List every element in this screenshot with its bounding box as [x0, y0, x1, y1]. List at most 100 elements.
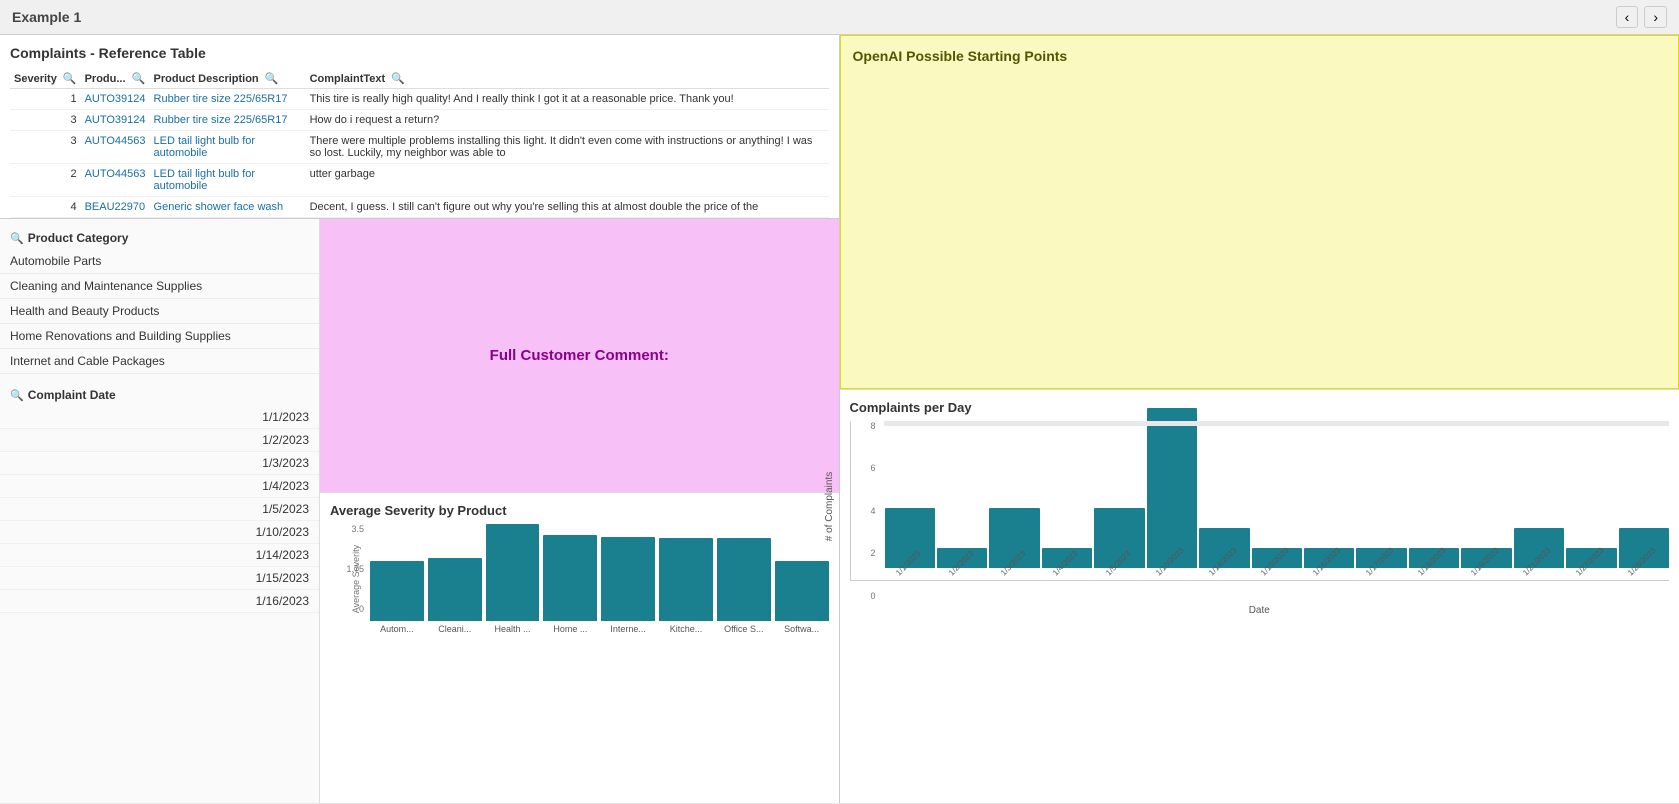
date-filter-item[interactable]: 1/3/2023 — [0, 452, 319, 475]
complaint-text-cell: There were multiple problems installing … — [306, 131, 829, 164]
avg-severity-bar — [775, 561, 829, 621]
complaint-text-cell: This tire is really high quality! And I … — [306, 89, 829, 110]
cpd-y-label: 4 — [870, 506, 875, 516]
cpd-y-label: 0 — [870, 591, 875, 601]
top-bar: Example 1 ‹ › — [0, 0, 1679, 35]
avg-severity-bar-group: Autom... — [370, 561, 424, 634]
category-filter-item[interactable]: Cleaning and Maintenance Supplies — [0, 274, 319, 299]
prev-button[interactable]: ‹ — [1616, 6, 1639, 28]
avg-severity-bar-group: Home ... — [543, 535, 597, 634]
severity-cell: 1 — [10, 89, 81, 110]
avg-severity-y-axis-title: Average Severity — [351, 545, 361, 613]
complaint-search-icon[interactable]: 🔍 — [391, 73, 405, 85]
avg-severity-bar — [543, 535, 597, 621]
avg-severity-bar-label: Cleani... — [438, 624, 471, 634]
cpd-x-axis-title: Date — [850, 605, 1670, 616]
avg-severity-bar — [601, 537, 655, 621]
cpd-y-label: 2 — [870, 548, 875, 558]
right-of-filter: Full Customer Comment: Average Severity … — [320, 219, 839, 803]
productid-search-icon[interactable]: 🔍 — [132, 73, 146, 85]
date-filter-icon: 🔍 — [10, 389, 24, 402]
cpd-y-axis-title: # of Complaints — [824, 471, 835, 540]
complaint-text-cell: Decent, I guess. I still can't figure ou… — [306, 197, 829, 218]
avg-severity-section: Average Severity by Product 3.5 1.75 0 A… — [320, 492, 839, 803]
category-filter-item[interactable]: Internet and Cable Packages — [0, 349, 319, 374]
col-complaint-text: ComplaintText 🔍 — [306, 69, 829, 89]
category-filter-list: Automobile PartsCleaning and Maintenance… — [0, 249, 319, 374]
avg-severity-bar-label: Office S... — [724, 624, 763, 634]
avg-severity-bar-label: Health ... — [495, 624, 531, 634]
openai-section: OpenAI Possible Starting Points — [840, 35, 1679, 389]
avg-severity-bar-group: Office S... — [717, 538, 771, 634]
product-id-cell: AUTO39124 — [81, 110, 150, 131]
date-filter-item[interactable]: 1/10/2023 — [0, 521, 319, 544]
avg-severity-bar — [717, 538, 771, 621]
main-layout: Complaints - Reference Table Severity 🔍 … — [0, 35, 1679, 803]
date-filter-item[interactable]: 1/16/2023 — [0, 590, 319, 613]
date-filter-item[interactable]: 1/1/2023 — [0, 406, 319, 429]
date-filter-list: 1/1/20231/2/20231/3/20231/4/20231/5/2023… — [0, 406, 319, 613]
category-filter-item[interactable]: Health and Beauty Products — [0, 299, 319, 324]
avg-severity-y-labels: 3.5 1.75 0 — [330, 524, 368, 614]
severity-cell: 3 — [10, 110, 81, 131]
avg-severity-bar-label: Kitche... — [670, 624, 703, 634]
col-product-desc: Product Description 🔍 — [150, 69, 306, 89]
product-category-title: 🔍 Product Category — [0, 227, 319, 249]
col-product-id: Produ... 🔍 — [81, 69, 150, 89]
avg-severity-bar-group: Kitche... — [659, 538, 713, 634]
avg-severity-bar-group: Cleani... — [428, 558, 482, 634]
date-filter-item[interactable]: 1/14/2023 — [0, 544, 319, 567]
next-button[interactable]: › — [1644, 6, 1667, 28]
nav-buttons: ‹ › — [1616, 6, 1667, 28]
avg-severity-bar-label: Home ... — [553, 624, 587, 634]
left-panel: Complaints - Reference Table Severity 🔍 … — [0, 35, 840, 803]
category-filter-item[interactable]: Home Renovations and Building Supplies — [0, 324, 319, 349]
avg-severity-bar — [659, 538, 713, 621]
cpd-y-label: 8 — [870, 421, 875, 431]
table-row[interactable]: 3 AUTO44563 LED tail light bulb for auto… — [10, 131, 829, 164]
severity-cell: 3 — [10, 131, 81, 164]
product-desc-cell: Rubber tire size 225/65R17 — [150, 110, 306, 131]
full-comment-label: Full Customer Comment: — [490, 347, 669, 364]
cpd-chart-container: 86420 1/1/2023 1/2/2023 1/3/2023 1/4/202… — [850, 421, 1670, 621]
filter-panel: 🔍 Product Category Automobile PartsClean… — [0, 219, 320, 803]
complaint-date-title: 🔍 Complaint Date — [0, 384, 319, 406]
cpd-y-label: 6 — [870, 463, 875, 473]
category-filter-item[interactable]: Automobile Parts — [0, 249, 319, 274]
grid-line — [884, 425, 1670, 426]
ref-table: Severity 🔍 Produ... 🔍 Product Descriptio… — [10, 69, 829, 218]
date-filter-item[interactable]: 1/2/2023 — [0, 429, 319, 452]
productdesc-search-icon[interactable]: 🔍 — [265, 73, 279, 85]
table-row[interactable]: 2 AUTO44563 LED tail light bulb for auto… — [10, 164, 829, 197]
product-id-cell: AUTO44563 — [81, 164, 150, 197]
col-severity: Severity 🔍 — [10, 69, 81, 89]
openai-title: OpenAI Possible Starting Points — [853, 48, 1667, 64]
avg-severity-title: Average Severity by Product — [330, 503, 829, 518]
date-filter-item[interactable]: 1/15/2023 — [0, 567, 319, 590]
product-id-cell: BEAU22970 — [81, 197, 150, 218]
avg-severity-bar-label: Autom... — [380, 624, 414, 634]
avg-severity-bar — [370, 561, 424, 621]
avg-severity-bar-label: Interne... — [610, 624, 646, 634]
product-desc-cell: LED tail light bulb for automobile — [150, 164, 306, 197]
bottom-left: 🔍 Product Category Automobile PartsClean… — [0, 219, 839, 803]
category-filter-icon: 🔍 — [10, 232, 24, 245]
product-id-cell: AUTO39124 — [81, 89, 150, 110]
severity-search-icon[interactable]: 🔍 — [63, 73, 77, 85]
full-comment-box: Full Customer Comment: — [320, 219, 839, 492]
table-row[interactable]: 4 BEAU22970 Generic shower face wash Dec… — [10, 197, 829, 218]
product-id-cell: AUTO44563 — [81, 131, 150, 164]
table-row[interactable]: 3 AUTO39124 Rubber tire size 225/65R17 H… — [10, 110, 829, 131]
date-filter-item[interactable]: 1/5/2023 — [0, 498, 319, 521]
complaint-text-cell: utter garbage — [306, 164, 829, 197]
cpd-y-labels: 8 6 4 2 0 — [850, 421, 880, 601]
page-title: Example 1 — [12, 9, 81, 25]
avg-severity-bar-label: Softwa... — [784, 624, 819, 634]
avg-severity-bar-group: Interne... — [601, 537, 655, 634]
severity-cell: 2 — [10, 164, 81, 197]
table-row[interactable]: 1 AUTO39124 Rubber tire size 225/65R17 T… — [10, 89, 829, 110]
date-filter-item[interactable]: 1/4/2023 — [0, 475, 319, 498]
ref-table-section: Complaints - Reference Table Severity 🔍 … — [0, 35, 839, 219]
complaints-per-day-section: Complaints per Day 86420 1/1/2023 1/2/20… — [840, 389, 1679, 803]
avg-severity-bar-group: Health ... — [486, 524, 540, 634]
